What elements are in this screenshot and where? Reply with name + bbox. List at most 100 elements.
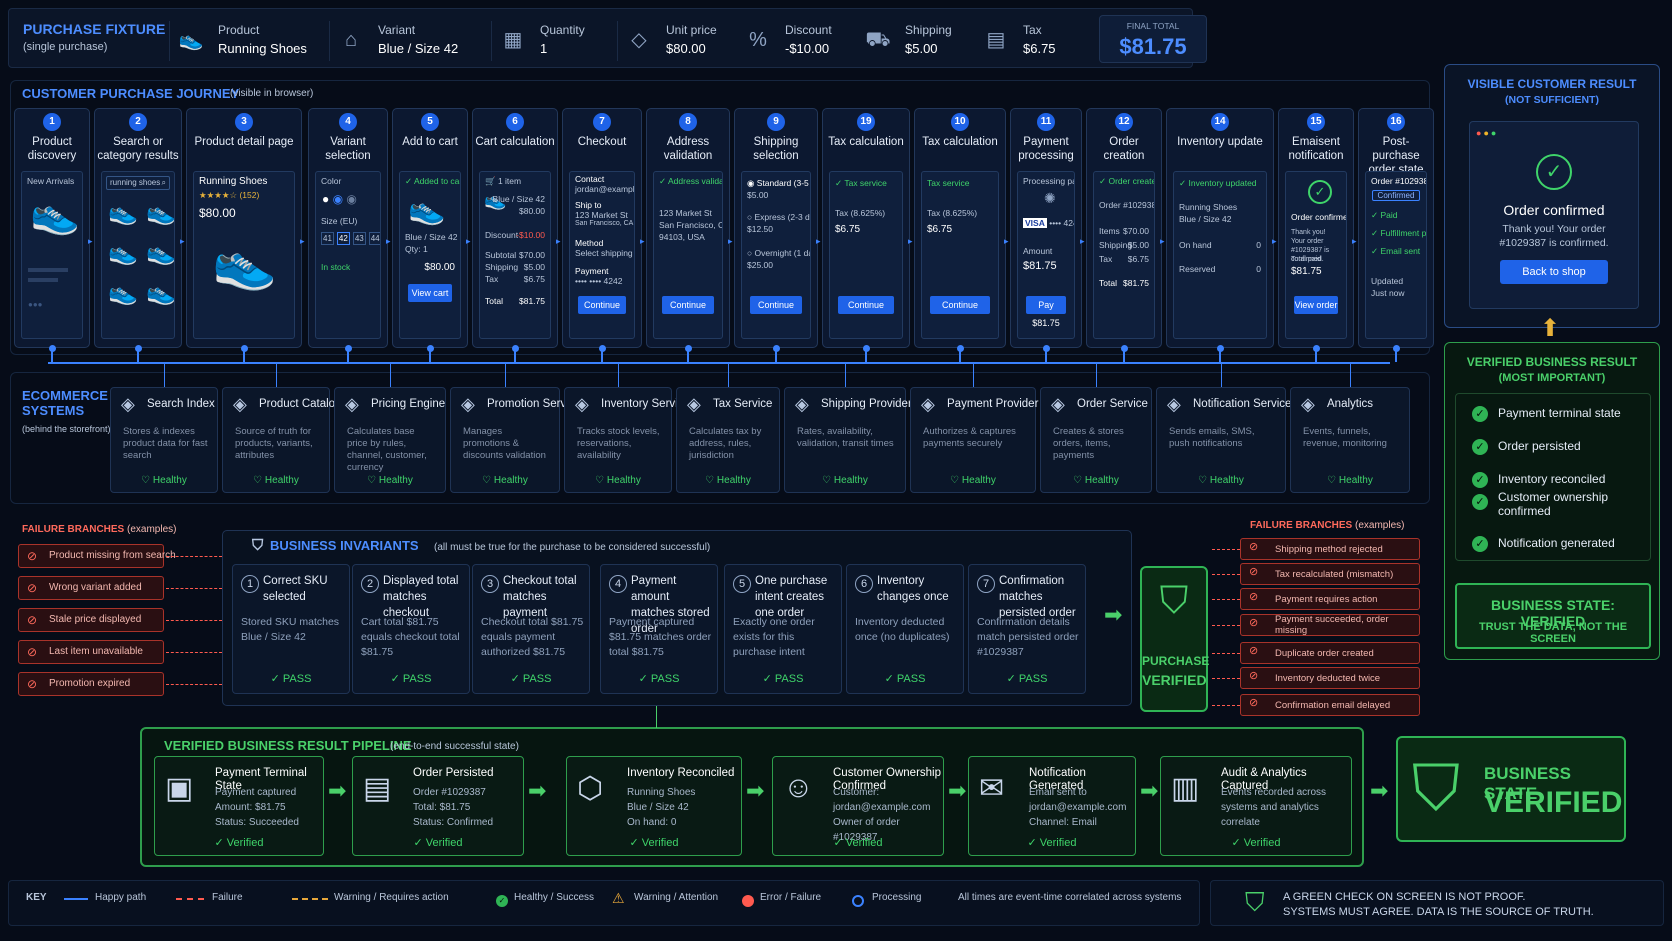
key-attention: Warning / Attention: [634, 892, 719, 903]
connector-line: [845, 364, 846, 387]
preview-value: $6.75: [1127, 254, 1149, 264]
invariant-title: Checkout total matches payment: [503, 575, 577, 619]
system-icon: ◈: [233, 394, 247, 414]
preview-text: $6.75: [927, 224, 953, 235]
cart-items-label: 1 item: [497, 176, 522, 186]
failure-line: [1212, 705, 1240, 706]
preview-button[interactable]: Continue: [662, 296, 714, 314]
shipping-option[interactable]: ◉ Standard (3-5 days): [747, 178, 810, 189]
invariant-number: 2: [361, 575, 379, 593]
truck-icon: ⛟: [865, 29, 891, 51]
preview-button[interactable]: Continue: [838, 296, 894, 314]
journey-step[interactable]: 19 Tax calculation ✓ Tax service Tax (8.625…: [822, 108, 910, 348]
invariant-title: Inventory changes once: [877, 575, 949, 603]
journey-step[interactable]: 2 Search or category results running shoes…: [94, 108, 182, 348]
system-card[interactable]: ◈ Search Index Stores & indexes product da…: [110, 387, 218, 493]
journey-step[interactable]: 10 Tax calculation Tax service Tax (8.625%)…: [914, 108, 1006, 348]
preview-text: $81.75: [1023, 260, 1057, 272]
failure-line: [176, 898, 204, 900]
failure-branch[interactable]: ⊘ Inventory deducted twice: [1240, 667, 1420, 689]
failure-branch[interactable]: ⊘ Stale price displayed: [18, 608, 164, 632]
connector-dot: [863, 345, 870, 352]
size-options[interactable]: 41 42 43 44: [321, 232, 380, 245]
failure-branch[interactable]: ⊘ Shipping method rejected: [1240, 538, 1420, 560]
fixture-tax: ▤ Tax $6.75: [975, 21, 1075, 61]
option-label: Express (2-3 days): [754, 212, 811, 222]
system-card[interactable]: ◈ Notification Service Sends emails, SMS, …: [1156, 387, 1291, 493]
arrow-right-icon: ▸: [1272, 236, 1277, 246]
failure-branch[interactable]: ⊘ Duplicate order created: [1240, 642, 1420, 664]
size-option[interactable]: 41: [321, 232, 334, 245]
journey-step[interactable]: 3 Product detail page Running Shoes ★★★★☆ (…: [186, 108, 302, 348]
field-value: $80.00: [666, 41, 706, 56]
step-preview: Contactjordan@example.com Ship to123 Mark…: [569, 171, 635, 339]
shoe-image: 👟: [146, 279, 175, 306]
failure-branch[interactable]: ⊘ Payment requires action: [1240, 588, 1420, 610]
shipping-option[interactable]: ○ Overnight (1 day): [747, 248, 810, 258]
failure-branch[interactable]: ⊘ Confirmation email delayed: [1240, 694, 1420, 716]
system-card[interactable]: ◈ Tax Service Calculates tax by address, r…: [676, 387, 780, 493]
failure-branch[interactable]: ⊘ Promotion expired: [18, 672, 164, 696]
failure-line: [1212, 599, 1240, 600]
journey-step[interactable]: 16 Post-purchase order state Order #102938…: [1358, 108, 1434, 348]
processing-icon: [852, 895, 864, 907]
check-order-persisted: ✓ Order persisted: [1472, 431, 1581, 461]
pass-label: PASS: [402, 673, 432, 685]
journey-step[interactable]: 14 Inventory update ✓ Inventory updated Run…: [1166, 108, 1274, 348]
search-box[interactable]: running shoes ⌕: [106, 176, 170, 190]
system-card[interactable]: ◈ Promotion Service Manages promotions & d…: [450, 387, 581, 493]
system-description: Creates & stores orders, items, payments: [1053, 426, 1124, 461]
journey-step[interactable]: 1 Product discovery New Arrivals 👟 ●●●: [14, 108, 90, 348]
system-card[interactable]: ◈ Payment Provider Authorizes & captures p…: [910, 387, 1038, 493]
system-card[interactable]: ◈ Pricing Engine Calculates base price by …: [334, 387, 446, 493]
detail-line: Events recorded across: [1221, 787, 1327, 798]
failure-branch[interactable]: ⊘ Payment succeeded, order missing: [1240, 614, 1420, 636]
journey-step[interactable]: 8 Address validation ✓ Address validated 12…: [646, 108, 730, 348]
key-processing: Processing: [872, 892, 922, 903]
failure-branch[interactable]: ⊘ Wrong variant added: [18, 576, 164, 600]
back-to-shop-button[interactable]: Back to shop: [1500, 260, 1608, 284]
size-option[interactable]: 44: [368, 232, 380, 245]
journey-bus-line: [48, 362, 1390, 364]
color-swatches[interactable]: ● ◉ ◉: [322, 192, 357, 206]
success-label: Order created: [1108, 176, 1154, 186]
badge-line2: VERIFIED: [1142, 672, 1207, 688]
pass-label: PASS: [282, 673, 312, 685]
final-total-label: FINAL TOTAL: [1126, 21, 1180, 31]
journey-step[interactable]: 6 Cart calculation 🛒 1 item 👟 Blue / Size 42…: [472, 108, 558, 348]
journey-step[interactable]: 7 Checkout Contactjordan@example.com Ship t…: [562, 108, 642, 348]
journey-step[interactable]: 15 Emaisent notification ✓ Order confirmed T…: [1278, 108, 1354, 348]
cart-items: 🛒 1 item: [485, 176, 522, 186]
system-card[interactable]: ◈ Analytics Events, funnels, revenue, moni…: [1290, 387, 1410, 493]
size-option[interactable]: 42: [336, 232, 350, 245]
failure-branch[interactable]: ⊘ Product missing from search: [18, 544, 176, 568]
journey-step[interactable]: 12 Order creation ✓ Order created Order #10…: [1086, 108, 1162, 348]
invariant-card: 4 Payment amount matches stored order Paym…: [600, 564, 718, 694]
field-value: Running Shoes: [218, 41, 307, 56]
preview-value: -$10.00: [516, 230, 545, 240]
preview-button[interactable]: Pay $81.75: [1026, 296, 1066, 328]
status-label: Healthy: [152, 475, 187, 486]
preview-button[interactable]: View cart: [408, 284, 452, 302]
journey-step[interactable]: 5 Add to cart ✓ Added to cart 👟 Blue / Size …: [392, 108, 468, 348]
option-label: Overnight (1 day): [754, 248, 811, 258]
size-option[interactable]: 43: [352, 232, 366, 245]
preview-button[interactable]: Continue: [750, 296, 802, 314]
preview-button[interactable]: Continue: [578, 296, 626, 314]
system-card[interactable]: ◈ Product Catalogue Source of truth for pr…: [222, 387, 354, 493]
status-label: Healthy: [1338, 475, 1373, 486]
pass-label: PASS: [774, 673, 804, 685]
journey-step[interactable]: 11 Payment processing Processing payment ✺ V…: [1010, 108, 1082, 348]
journey-step[interactable]: 9 Shipping selection ◉ Standard (3-5 days)…: [734, 108, 818, 348]
preview-button[interactable]: View order: [1294, 296, 1338, 314]
preview-button[interactable]: Continue: [930, 296, 990, 314]
failure-branch[interactable]: ⊘ Tax recalculated (mismatch): [1240, 563, 1420, 585]
system-card[interactable]: ◈ Order Service Creates & stores orders, i…: [1040, 387, 1152, 493]
invariant-description: Cart total $81.75 equals checkout total …: [361, 616, 460, 658]
shipping-option[interactable]: ○ Express (2-3 days): [747, 212, 810, 222]
failure-branch[interactable]: ⊘ Last item unavailable: [18, 640, 164, 664]
system-card[interactable]: ◈ Inventory Service Tracks stock levels, r…: [564, 387, 690, 493]
system-card[interactable]: ◈ Shipping Provider Rates, availability, v…: [784, 387, 912, 493]
preview-text: San Francisco, CA 94103: [575, 220, 634, 227]
journey-step[interactable]: 4 Variant selection Color ● ◉ ◉ Size (EU) 41 4…: [308, 108, 388, 348]
